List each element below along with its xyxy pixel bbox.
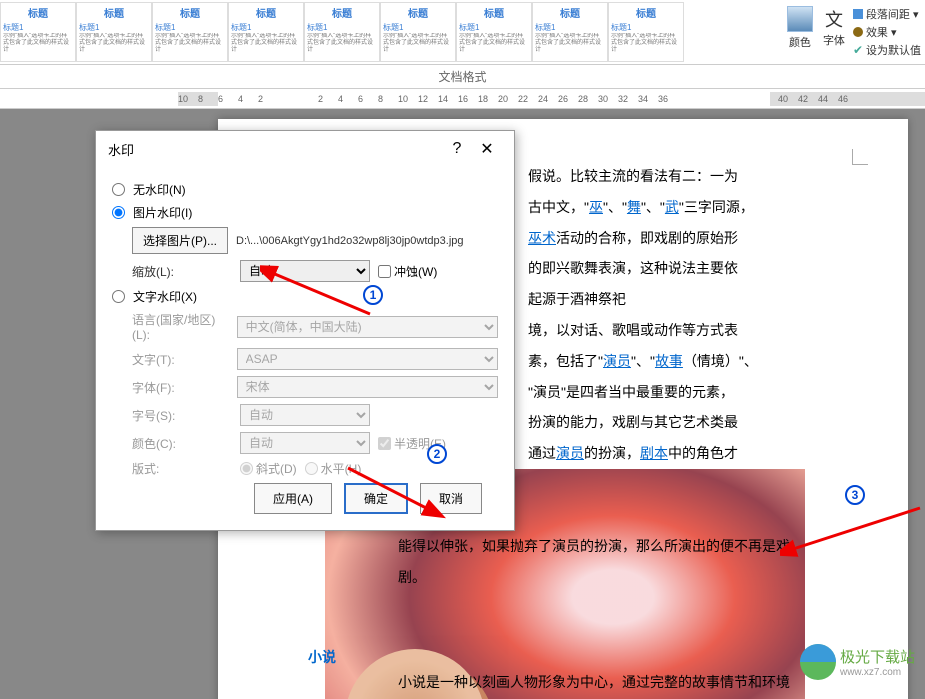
link[interactable]: 演员 bbox=[603, 353, 631, 369]
marker-1: 1 bbox=[363, 285, 383, 305]
font-icon: 文 bbox=[823, 6, 845, 32]
heading: 小说 bbox=[308, 647, 336, 667]
size-combo: 自动 bbox=[240, 404, 370, 426]
link[interactable]: 演员 bbox=[556, 445, 584, 461]
link[interactable]: 故事 bbox=[655, 353, 683, 369]
font-combo: 宋体 bbox=[237, 376, 498, 398]
link[interactable]: 舞 bbox=[627, 199, 641, 215]
set-default-button[interactable]: ✔设为默认值 bbox=[853, 42, 921, 58]
font-button[interactable]: 文字体 bbox=[821, 4, 847, 50]
style-item[interactable]: 标题标题1示例"插入"选项卡上的样式包含了此文档的样式设计 bbox=[304, 2, 380, 62]
ribbon: 标题标题1示例"插入"选项卡上的样式包含了此文档的样式设计 标题标题1示例"插入… bbox=[0, 0, 925, 65]
text-combo: ASAP bbox=[237, 348, 498, 370]
pic-watermark-radio[interactable] bbox=[112, 206, 125, 219]
text-watermark-radio[interactable] bbox=[112, 290, 125, 303]
marker-3: 3 bbox=[845, 485, 865, 505]
color-label: 颜色(C): bbox=[132, 435, 232, 452]
no-watermark-radio[interactable] bbox=[112, 183, 125, 196]
style-item[interactable]: 标题标题1示例"插入"选项卡上的样式包含了此文档的样式设计 bbox=[76, 2, 152, 62]
red-arrow-icon bbox=[260, 264, 380, 324]
link[interactable]: 武 bbox=[665, 199, 679, 215]
semi-check bbox=[378, 437, 391, 450]
color-combo: 自动 bbox=[240, 432, 370, 454]
red-arrow-icon bbox=[340, 460, 480, 520]
style-item[interactable]: 标题标题1示例"插入"选项卡上的样式包含了此文档的样式设计 bbox=[152, 2, 228, 62]
marker-2: 2 bbox=[427, 444, 447, 464]
text-label: 文字(T): bbox=[132, 351, 229, 368]
link[interactable]: 巫术 bbox=[528, 230, 556, 246]
red-arrow-icon bbox=[780, 500, 925, 570]
style-item[interactable]: 标题标题1示例"插入"选项卡上的样式包含了此文档的样式设计 bbox=[0, 2, 76, 62]
style-gallery[interactable]: 标题标题1示例"插入"选项卡上的样式包含了此文档的样式设计 标题标题1示例"插入… bbox=[0, 0, 781, 64]
style-item[interactable]: 标题标题1示例"插入"选项卡上的样式包含了此文档的样式设计 bbox=[456, 2, 532, 62]
select-pic-button[interactable]: 选择图片(P)... bbox=[132, 227, 228, 254]
style-item[interactable]: 标题标题1示例"插入"选项卡上的样式包含了此文档的样式设计 bbox=[380, 2, 456, 62]
scale-label: 缩放(L): bbox=[132, 263, 232, 280]
effect-icon bbox=[853, 27, 863, 37]
help-button[interactable]: ? bbox=[442, 140, 472, 158]
lang-label: 语言(国家/地区)(L): bbox=[132, 311, 229, 342]
effect-button[interactable]: 效果▾ bbox=[853, 24, 921, 40]
style-item[interactable]: 标题标题1示例"插入"选项卡上的样式包含了此文档的样式设计 bbox=[532, 2, 608, 62]
site-logo: 极光下载站www.xz7.com bbox=[800, 644, 915, 680]
close-button[interactable]: ✕ bbox=[472, 139, 502, 159]
color-icon bbox=[787, 6, 813, 32]
horiz-radio bbox=[305, 462, 318, 475]
ruler[interactable]: 1086422468101214161820222426283032343640… bbox=[0, 89, 925, 109]
apply-button[interactable]: 应用(A) bbox=[254, 483, 332, 514]
format-group-label: 文档格式 bbox=[0, 65, 925, 89]
logo-icon bbox=[800, 644, 836, 680]
diag-radio bbox=[240, 462, 253, 475]
size-label: 字号(S): bbox=[132, 407, 232, 424]
para-spacing-button[interactable]: 段落间距▾ bbox=[853, 6, 921, 22]
dialog-title: 水印 bbox=[108, 140, 134, 159]
check-icon: ✔ bbox=[853, 43, 863, 57]
pic-path: D:\...\006AkgtYgy1hd2o32wp8lj30jp0wtdp3.… bbox=[236, 235, 464, 247]
color-button[interactable]: 颜色 bbox=[785, 4, 815, 52]
spacing-icon bbox=[853, 9, 863, 19]
font-label: 字体(F): bbox=[132, 379, 229, 396]
layout-label: 版式: bbox=[132, 460, 232, 477]
style-item[interactable]: 标题标题1示例"插入"选项卡上的样式包含了此文档的样式设计 bbox=[228, 2, 304, 62]
link[interactable]: 剧本 bbox=[640, 445, 668, 461]
style-item[interactable]: 标题标题1示例"插入"选项卡上的样式包含了此文档的样式设计 bbox=[608, 2, 684, 62]
link[interactable]: 巫 bbox=[589, 199, 603, 215]
corner-mark bbox=[852, 149, 868, 165]
